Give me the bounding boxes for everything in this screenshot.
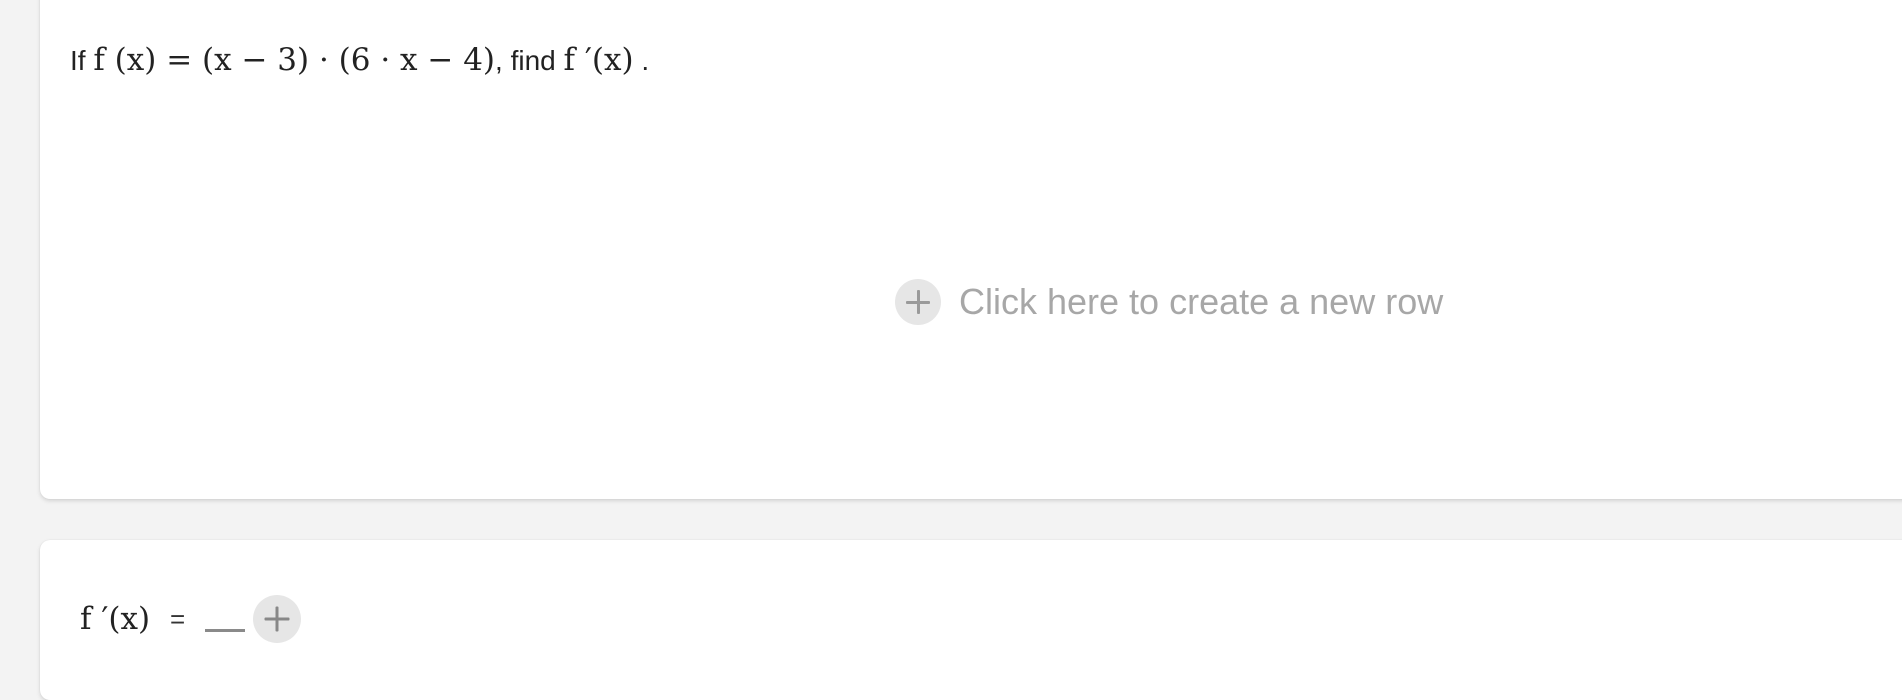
plus-icon[interactable]	[895, 279, 941, 325]
question-middle: , find	[495, 45, 556, 76]
answer-row: f ′(x) =	[80, 595, 302, 643]
answer-lhs: f ′(x)	[80, 601, 151, 637]
question-suffix: .	[641, 45, 650, 76]
question-text: If f (x) = (x − 3) · (6 · x − 4), find f…	[70, 45, 649, 76]
question-card: If f (x) = (x − 3) · (6 · x − 4), find f…	[40, 0, 1902, 499]
function-definition: f (x) = (x − 3) · (6 · x − 4)	[93, 42, 496, 78]
create-new-row-label[interactable]: Click here to create a new row	[959, 281, 1443, 323]
create-new-row-button[interactable]: Click here to create a new row	[895, 279, 1443, 325]
derivative-target: f ′(x)	[563, 42, 634, 78]
answer-card: f ′(x) =	[40, 540, 1902, 700]
plus-icon[interactable]	[253, 595, 302, 643]
equals-sign: =	[170, 603, 186, 634]
question-prefix: If	[70, 45, 86, 76]
answer-input[interactable]	[205, 606, 246, 632]
